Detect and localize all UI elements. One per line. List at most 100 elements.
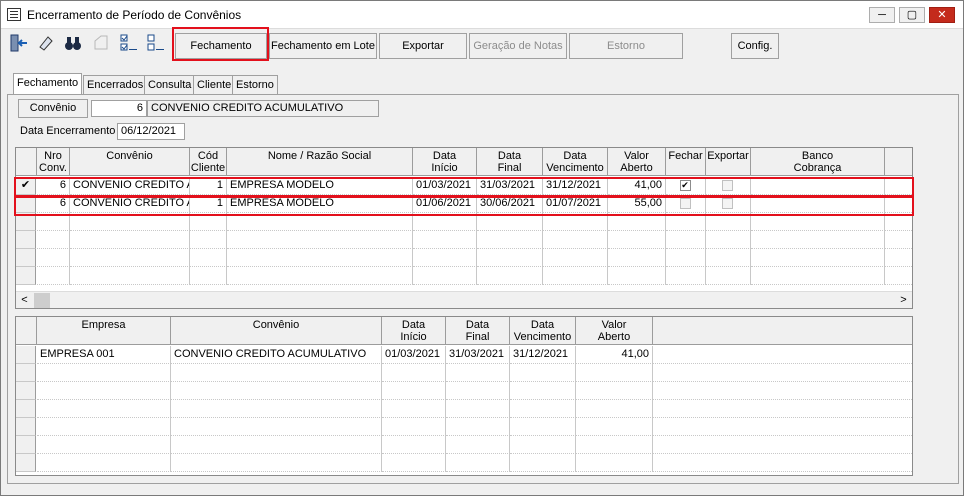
fechamento-em-lote-button[interactable]: Fechamento em Lote (269, 33, 377, 59)
scroll-thumb[interactable] (34, 293, 50, 308)
table-cell-exportar[interactable] (706, 249, 751, 267)
table-cell-final[interactable]: 31/03/2021 (477, 177, 543, 195)
table-cell-convenio[interactable] (171, 436, 382, 454)
table-cell-nro[interactable]: 6 (37, 195, 70, 213)
table-cell-final[interactable] (477, 267, 543, 285)
table-cell-inicio[interactable] (413, 267, 477, 285)
table-cell-final[interactable] (446, 418, 510, 436)
table-cell-nro[interactable] (37, 267, 70, 285)
table-cell-valor[interactable] (576, 436, 653, 454)
table-row[interactable] (16, 249, 912, 267)
table-cell-vencimento[interactable] (510, 400, 576, 418)
table-cell-exportar[interactable] (706, 267, 751, 285)
table-cell[interactable] (885, 231, 912, 249)
convenios-grid[interactable]: Nro Conv. Convênio Cód Cliente Nome / Razã… (15, 147, 913, 309)
col-header-convenio[interactable]: Convênio (70, 148, 190, 176)
table-cell-inicio[interactable]: 01/06/2021 (413, 195, 477, 213)
table-cell[interactable] (751, 177, 885, 195)
table-cell-cod[interactable] (190, 267, 227, 285)
row-indicator[interactable] (16, 454, 36, 472)
table-row[interactable] (16, 454, 912, 472)
col-header-valor-aberto-2[interactable]: Valor Aberto (576, 317, 653, 345)
col-header-data-inicio-2[interactable]: Data Início (382, 317, 446, 345)
row-indicator[interactable] (16, 400, 36, 418)
table-cell[interactable] (751, 213, 885, 231)
table-cell[interactable] (885, 267, 912, 285)
table-row[interactable] (16, 267, 912, 285)
table-cell-convenio[interactable] (171, 400, 382, 418)
table-cell-valor[interactable] (608, 213, 666, 231)
table-row[interactable] (16, 436, 912, 454)
table-cell-fechar[interactable]: ✔ (666, 177, 706, 195)
table-cell-nro[interactable]: 6 (37, 177, 70, 195)
exportar-checkbox[interactable] (722, 198, 733, 209)
table-cell-valor[interactable]: 41,00 (576, 346, 653, 364)
table-cell-cod[interactable] (190, 213, 227, 231)
table-cell-inicio[interactable] (382, 418, 446, 436)
exportar-checkbox[interactable] (722, 180, 733, 191)
table-cell-convenio[interactable]: CONVENIO CREDITO ACUMULATIVO (70, 195, 190, 213)
row-indicator[interactable] (16, 364, 36, 382)
col-header-data-vencimento[interactable]: Data Vencimento (543, 148, 608, 176)
table-cell-exportar[interactable] (706, 177, 751, 195)
table-cell-fechar[interactable] (666, 231, 706, 249)
col-header-banco-cobranca[interactable]: Banco Cobrança (751, 148, 885, 176)
table-cell-inicio[interactable] (413, 249, 477, 267)
table-cell-final[interactable] (446, 364, 510, 382)
table-cell-final[interactable] (446, 400, 510, 418)
table-cell-nro[interactable] (37, 249, 70, 267)
row-indicator[interactable] (16, 436, 36, 454)
table-cell-valor[interactable] (576, 382, 653, 400)
table-cell-empresa[interactable] (37, 382, 171, 400)
table-cell[interactable] (751, 195, 885, 213)
tab-encerrados[interactable]: Encerrados (83, 75, 148, 95)
table-cell-final[interactable] (446, 382, 510, 400)
col-header-valor-aberto[interactable]: Valor Aberto (608, 148, 666, 176)
table-row[interactable] (16, 364, 912, 382)
col-header-data-final-2[interactable]: Data Final (446, 317, 510, 345)
table-cell-fechar[interactable] (666, 195, 706, 213)
config-button[interactable]: Config. (731, 33, 779, 59)
table-cell[interactable] (653, 400, 912, 418)
table-cell[interactable] (653, 346, 912, 364)
table-cell-nome[interactable]: EMPRESA MODELO (227, 195, 413, 213)
horizontal-scrollbar[interactable]: < > (16, 291, 912, 308)
row-indicator[interactable] (16, 418, 36, 436)
fechar-checkbox[interactable]: ✔ (679, 180, 691, 191)
table-cell-convenio[interactable] (70, 231, 190, 249)
empresas-grid[interactable]: Empresa Convênio Data Início Data Final Da… (15, 316, 913, 476)
table-cell-final[interactable]: 31/03/2021 (446, 346, 510, 364)
table-cell[interactable] (653, 454, 912, 472)
table-cell-exportar[interactable] (706, 213, 751, 231)
binoculars-icon[interactable] (61, 33, 85, 57)
table-cell-cod[interactable] (190, 231, 227, 249)
table-cell-convenio[interactable] (70, 213, 190, 231)
exit-icon[interactable] (7, 33, 31, 57)
col-header-data-final[interactable]: Data Final (477, 148, 543, 176)
table-cell-final[interactable] (446, 454, 510, 472)
table-cell-valor[interactable] (576, 364, 653, 382)
table-cell-vencimento[interactable] (510, 418, 576, 436)
table-cell-valor[interactable] (576, 418, 653, 436)
table-cell-final[interactable] (446, 436, 510, 454)
table-cell-empresa[interactable] (37, 436, 171, 454)
tab-fechamento[interactable]: Fechamento (13, 73, 83, 95)
close-button[interactable]: ✕ (929, 7, 955, 23)
table-row[interactable] (16, 231, 912, 249)
table-cell-vencimento[interactable]: 01/07/2021 (543, 195, 608, 213)
table-cell-final[interactable] (477, 213, 543, 231)
eraser-icon[interactable] (34, 33, 58, 57)
table-cell-fechar[interactable] (666, 249, 706, 267)
table-cell-convenio[interactable] (171, 382, 382, 400)
table-cell-nro[interactable] (37, 231, 70, 249)
table-cell-cod[interactable]: 1 (190, 177, 227, 195)
table-cell-nome[interactable] (227, 213, 413, 231)
table-cell-valor[interactable]: 55,00 (608, 195, 666, 213)
table-row[interactable]: ✔6CONVENIO CREDITO ACUMULATIVO1EMPRESA M… (16, 177, 912, 195)
table-cell-convenio[interactable] (171, 454, 382, 472)
table-row[interactable] (16, 213, 912, 231)
table-cell-empresa[interactable] (37, 400, 171, 418)
table-cell-final[interactable] (477, 231, 543, 249)
minimize-button[interactable]: ─ (869, 7, 895, 23)
table-cell-valor[interactable] (608, 267, 666, 285)
